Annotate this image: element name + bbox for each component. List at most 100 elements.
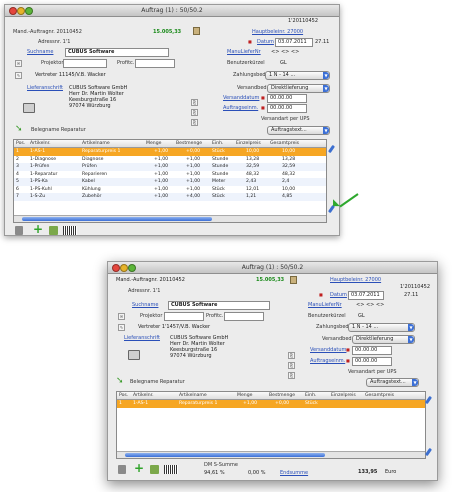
scrollbar-thumb[interactable] [22, 217, 212, 221]
endsumme-label: Endsumme [280, 470, 309, 476]
add-icon[interactable]: + [33, 223, 43, 235]
horizontal-scrollbar[interactable] [117, 451, 425, 458]
amount-total: 15.005,33 [153, 29, 182, 35]
doc-icon[interactable]: ⎘ [288, 362, 295, 369]
versanddatum-field[interactable]: 00.00.00 [352, 346, 392, 355]
window-title: Auftrag (1) : 50/50.2 [141, 7, 203, 14]
order-number: 1'20110452 [288, 18, 319, 24]
disk-icon[interactable] [128, 350, 140, 360]
versanddatum-label: Versanddatum [223, 95, 260, 101]
pen-icon[interactable] [327, 144, 336, 154]
table-row[interactable]: 2 1-Diagnose Diagnose +1,00 +1,00 Stunde 13,28… [14, 156, 326, 164]
table-row[interactable]: 4 1-Reparatur Reparieren +1,00 +1,00 Stunde 48… [14, 171, 326, 179]
lieferanschrift-label: Lieferanschrift [27, 85, 63, 91]
versanddatum-field[interactable]: 00.00.00 [267, 94, 307, 103]
title-bar: Auftrag (1) : 50/50.2 [5, 5, 339, 17]
projektor-field[interactable] [63, 59, 107, 68]
tool-icon[interactable] [49, 226, 58, 235]
pen-icon[interactable] [424, 395, 433, 405]
folder-icon[interactable] [290, 276, 297, 284]
projektor-field[interactable] [164, 312, 204, 321]
versandbed-select[interactable]: Direktlieferung ▼ [267, 84, 330, 93]
zahlung-label: Zahlungsbed. [233, 72, 268, 78]
scrollbar-thumb[interactable] [125, 453, 325, 457]
suchname-label: Suchname [132, 302, 159, 308]
order-window-foreground: Auftrag (1) : 50/50.2 Mand.-Auftragnr. 2… [107, 261, 438, 481]
table-row[interactable]: 3 1-Prüfen Prüfen +1,00 +1,00 Stunde 32,59 32,5… [14, 163, 326, 171]
projektor-label: Projektor [140, 313, 163, 319]
doc-icon[interactable]: ⎘ [288, 352, 295, 359]
doc-icon[interactable]: ⎘ [288, 372, 295, 379]
table-row[interactable]: 5 1-PS-Ka Kabel +1,00 +1,00 Meter 2,43 2,4 [14, 178, 326, 186]
add-icon[interactable]: + [134, 462, 144, 474]
profitc-field[interactable] [135, 59, 175, 68]
pen-icon[interactable] [424, 447, 433, 457]
percentage-value: 94,61 % [204, 470, 225, 476]
horizontal-scrollbar[interactable] [14, 215, 326, 222]
table-row[interactable]: 1 1-AS-1 Reparaturpreis 1 +1,00 +0,00 Stück [117, 400, 425, 408]
folder-icon[interactable] [193, 27, 200, 35]
column-header: Gesamtpreis [270, 141, 300, 146]
barcode-icon[interactable] [63, 226, 77, 235]
tool-icon[interactable] [150, 465, 159, 474]
auftragseinm-field[interactable]: 00.00.00 [352, 357, 392, 366]
column-header: Bestmenge [176, 141, 203, 146]
benutzerk-label: Benutzerkürzel [227, 60, 265, 66]
arrow-down-icon: ➘ [116, 376, 124, 386]
currency-label: Euro [385, 469, 397, 475]
versandbed-label: Versandbed. [322, 336, 354, 342]
trash-icon[interactable] [118, 465, 126, 474]
order-number: 1'20110452 [400, 284, 431, 290]
benutzerk-value: GL [358, 313, 365, 319]
zahlung-label: Zahlungsbed. [316, 324, 351, 330]
vertreter-icon[interactable]: ✎ [118, 324, 125, 331]
vertreter-text: Vertreter 1'1457/V.B. Wacker [138, 324, 211, 330]
auftragseinm-marker-icon: ■ [261, 105, 265, 110]
auftragstext-select[interactable]: Auftragstext... ▼ [267, 126, 330, 135]
doc-icon[interactable]: ⎘ [191, 99, 198, 106]
versandbed-select[interactable]: Direktlieferung ▼ [352, 335, 415, 344]
belegname-text: Belegname Reparatur [31, 127, 86, 133]
column-header: Einzelpreis [331, 393, 356, 398]
column-header: Artikelnr. [133, 393, 154, 398]
trash-icon[interactable] [15, 226, 23, 235]
positions-table[interactable]: Pos. Artikelnr. Artikelname Menge Bestme… [13, 139, 327, 223]
versanddatum-marker-icon: ■ [346, 347, 350, 352]
datum-field[interactable]: 03.07.2011 [348, 291, 384, 300]
benutzerk-label: Benutzerkürzel [308, 313, 346, 319]
table-header: Pos. Artikelnr. Artikelname Menge Bestme… [14, 140, 326, 148]
auftragstext-select[interactable]: Auftragstext... ▼ [366, 378, 419, 387]
auftragseinm-label: Auftragseinm. [223, 105, 259, 111]
zahlung-select[interactable]: 1 N - 14 ... ▼ [348, 323, 415, 332]
window-title: Auftrag (1) : 50/50.2 [241, 264, 304, 271]
profitc-label: Profitc. [117, 60, 135, 66]
suchname-field[interactable]: CUBUS Software [168, 301, 270, 310]
title-bar: Auftrag (1) : 50/50.2 [108, 262, 437, 274]
positions-table[interactable]: Pos. Artikelnr. Artikelname Menge Bestme… [116, 391, 426, 459]
column-header: Pos. [16, 141, 26, 146]
auftragseinm-field[interactable]: 00.00.00 [267, 104, 307, 113]
profitc-field[interactable] [224, 312, 264, 321]
table-row[interactable]: 6 1-PS-Kuhl Kühlung +1,00 +1,00 Stück 12,01 10,… [14, 186, 326, 194]
table-row[interactable]: 7 1-S-Zu Zubehör +1,00 +4,00 Stück 1,21 4,85 [14, 193, 326, 201]
hauptbeleg[interactable]: Hauptbeleinr. 27000 [330, 277, 381, 283]
table-row[interactable]: 1 1-AS-1 Reparaturpreis 1 +1,00 +0,00 Stück 10… [14, 148, 326, 156]
doc-icon[interactable]: ⎘ [191, 119, 198, 126]
column-header: Einh. [305, 393, 317, 398]
projektor-icon[interactable]: ✉ [118, 313, 125, 320]
address-line: 97074 Würzburg [170, 353, 212, 359]
arrow-down-icon: ➘ [15, 124, 23, 134]
disk-icon[interactable] [23, 103, 35, 113]
column-header: Artikelname [82, 141, 110, 146]
vertreter-text: Vertreter 11145/V.B. Wacker [35, 72, 106, 78]
datum-field[interactable]: 03.07.2011 [275, 38, 313, 47]
barcode-icon[interactable] [164, 465, 178, 474]
vertreter-icon[interactable]: ✎ [15, 72, 22, 79]
hauptbeleg[interactable]: Hauptbeleinr. 27000 [252, 29, 303, 35]
projektor-icon[interactable]: ✉ [15, 60, 22, 67]
suchname-field[interactable]: CUBUS Software [65, 48, 169, 57]
doc-icon[interactable]: ⎘ [191, 109, 198, 116]
zahlung-select[interactable]: 1 N - 14 ... ▼ [265, 71, 330, 80]
datum-marker-icon: ■ [248, 39, 252, 44]
lieferanschrift-label: Lieferanschrift [124, 335, 160, 341]
